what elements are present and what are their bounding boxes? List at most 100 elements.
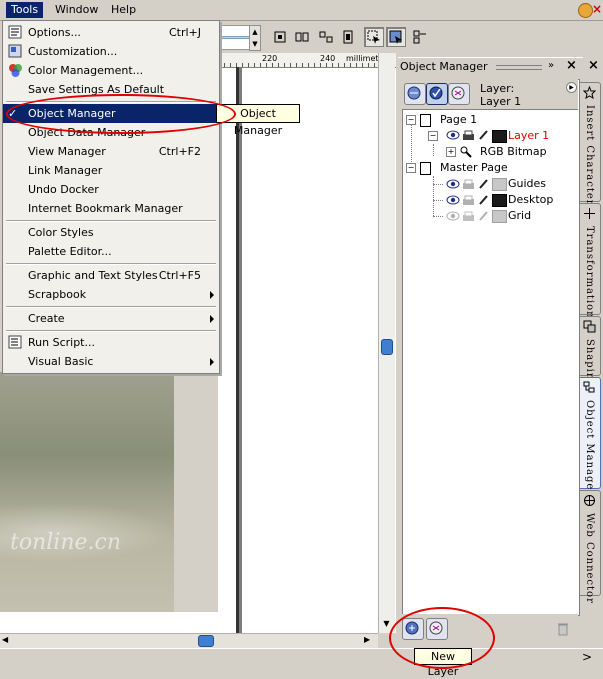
menu-item-run-script[interactable]: Run Script... xyxy=(3,333,219,352)
tree-rgb-bitmap[interactable]: RGB Bitmap xyxy=(480,144,547,160)
ruler-label-220: 220 xyxy=(262,54,278,63)
drawing-canvas[interactable] xyxy=(218,53,396,633)
layer1-color-swatch[interactable] xyxy=(492,130,507,143)
menu-item-visual-basic[interactable]: Visual Basic xyxy=(3,352,219,371)
menu-item-scrapbook[interactable]: Scrapbook xyxy=(3,285,219,304)
eye-icon[interactable] xyxy=(446,195,460,205)
eye-icon[interactable] xyxy=(446,211,460,221)
tools-menu: Options... Ctrl+J Customization... Color… xyxy=(2,20,220,374)
menu-item-label: Scrapbook xyxy=(28,288,87,301)
tab-label: Object Manager xyxy=(584,400,595,497)
pencil-icon[interactable] xyxy=(478,194,489,206)
vertical-scroll-thumb[interactable] xyxy=(381,339,393,355)
size-field-2[interactable] xyxy=(220,38,250,50)
menu-item-label: View Manager xyxy=(28,145,106,158)
edit-across-layers-icon[interactable] xyxy=(426,83,448,105)
menu-item-label: Customization... xyxy=(28,45,118,58)
tree-layer1[interactable]: Layer 1 xyxy=(508,128,549,144)
close-icon[interactable]: × xyxy=(592,2,603,17)
menu-item-color-styles[interactable]: Color Styles xyxy=(3,223,219,242)
menu-item-label: Options... xyxy=(28,26,81,39)
printer-icon[interactable] xyxy=(462,211,475,222)
menu-item-palette-editor[interactable]: Palette Editor... xyxy=(3,242,219,261)
tree-line xyxy=(433,184,443,185)
menu-item-undo-docker[interactable]: Undo Docker xyxy=(3,180,219,199)
spin-arrows[interactable]: ▲ ▼ xyxy=(249,25,261,51)
tree-line xyxy=(433,200,443,201)
menu-tools[interactable]: Tools xyxy=(6,2,44,18)
size-field-1[interactable] xyxy=(220,25,250,37)
menu-separator xyxy=(6,306,216,308)
page-shadow xyxy=(239,67,242,633)
options-icon xyxy=(8,25,23,40)
scroll-right-icon[interactable]: ▶ xyxy=(364,635,374,646)
wireframe-icon[interactable] xyxy=(386,27,406,47)
menu-item-label: Color Styles xyxy=(28,226,94,239)
printer-icon[interactable] xyxy=(462,195,475,206)
layer-manager-view-icon[interactable] xyxy=(448,83,470,105)
tree-master-page[interactable]: Master Page xyxy=(440,160,508,176)
menu-item-color-management[interactable]: Color Management... xyxy=(3,61,219,80)
collapse-icon[interactable]: » xyxy=(548,60,554,71)
align-icon[interactable] xyxy=(270,27,290,47)
tab-insert-character[interactable]: Insert Character xyxy=(580,82,601,206)
restore-icon[interactable] xyxy=(578,3,593,18)
printer-icon[interactable] xyxy=(462,179,475,190)
menu-item-options[interactable]: Options... Ctrl+J xyxy=(3,23,219,42)
pencil-icon[interactable] xyxy=(478,210,489,222)
canvas-bottom xyxy=(0,612,218,633)
eye-icon[interactable] xyxy=(446,179,460,189)
docker-close-icon[interactable]: × xyxy=(566,58,577,73)
bitmap-photo[interactable]: tonline.cn xyxy=(0,372,174,612)
vertical-scrollbar[interactable]: ▼ xyxy=(378,53,395,633)
tree-desktop[interactable]: Desktop xyxy=(508,192,553,208)
menu-item-create[interactable]: Create xyxy=(3,309,219,328)
distribute-icon[interactable] xyxy=(316,27,336,47)
guides-color-swatch[interactable] xyxy=(492,178,507,191)
expand-docker-icon[interactable]: > xyxy=(582,650,592,664)
horizontal-scroll-thumb[interactable] xyxy=(198,635,214,647)
menu-item-shortcut: Ctrl+F2 xyxy=(158,145,201,158)
tab-order-icon[interactable] xyxy=(410,27,430,47)
expand-bitmap-icon[interactable]: + xyxy=(446,147,456,157)
tree-page1[interactable]: Page 1 xyxy=(440,112,477,128)
tree-guides[interactable]: Guides xyxy=(508,176,546,192)
menu-item-link-manager[interactable]: Link Manager xyxy=(3,161,219,180)
menu-help[interactable]: Help xyxy=(106,2,141,18)
align-center-icon[interactable] xyxy=(292,27,312,47)
pencil-icon[interactable] xyxy=(478,178,489,190)
property-bar: ▲ ▼ xyxy=(218,21,603,53)
tab-transformation[interactable]: Transformation xyxy=(580,203,601,319)
grid-color-swatch[interactable] xyxy=(492,210,507,223)
tree-line xyxy=(433,144,434,156)
trash-icon[interactable] xyxy=(557,622,569,636)
eye-icon[interactable] xyxy=(446,130,460,140)
desktop-color-swatch[interactable] xyxy=(492,194,507,207)
menu-item-internet-bookmark-manager[interactable]: Internet Bookmark Manager xyxy=(3,199,219,218)
dock-close-icon[interactable]: × xyxy=(588,58,599,73)
expand-page1-icon[interactable]: − xyxy=(406,115,416,125)
pencil-icon[interactable] xyxy=(478,129,489,141)
menu-item-customization[interactable]: Customization... xyxy=(3,42,219,61)
menu-item-view-manager[interactable]: View Manager Ctrl+F2 xyxy=(3,142,219,161)
treat-as-filled-icon[interactable] xyxy=(364,27,384,47)
horizontal-scrollbar[interactable]: ◀ ▶ xyxy=(0,633,378,648)
printer-icon[interactable] xyxy=(462,130,475,141)
menu-window[interactable]: Window xyxy=(50,2,103,18)
expand-layer1-icon[interactable]: − xyxy=(428,131,438,141)
order-icon[interactable] xyxy=(338,27,358,47)
tree-grid[interactable]: Grid xyxy=(508,208,531,224)
expand-master-icon[interactable]: − xyxy=(406,163,416,173)
shaping-icon xyxy=(583,320,596,333)
menu-item-graphic-text-styles[interactable]: Graphic and Text Styles Ctrl+F5 xyxy=(3,266,219,285)
docker-grip[interactable] xyxy=(496,65,542,70)
submenu-arrow-icon xyxy=(210,291,214,299)
scroll-left-icon[interactable]: ◀ xyxy=(2,635,12,646)
flyout-arrow-icon[interactable]: ▶ xyxy=(566,82,577,93)
show-properties-icon[interactable] xyxy=(404,83,426,105)
tab-web-connector[interactable]: Web Connector xyxy=(580,490,601,604)
menu-bar: Tools Window Help × xyxy=(0,0,603,21)
object-manager-icon xyxy=(583,381,596,394)
tab-shaping[interactable]: Shaping xyxy=(580,316,601,388)
tab-object-manager[interactable]: Object Manager xyxy=(580,377,601,496)
